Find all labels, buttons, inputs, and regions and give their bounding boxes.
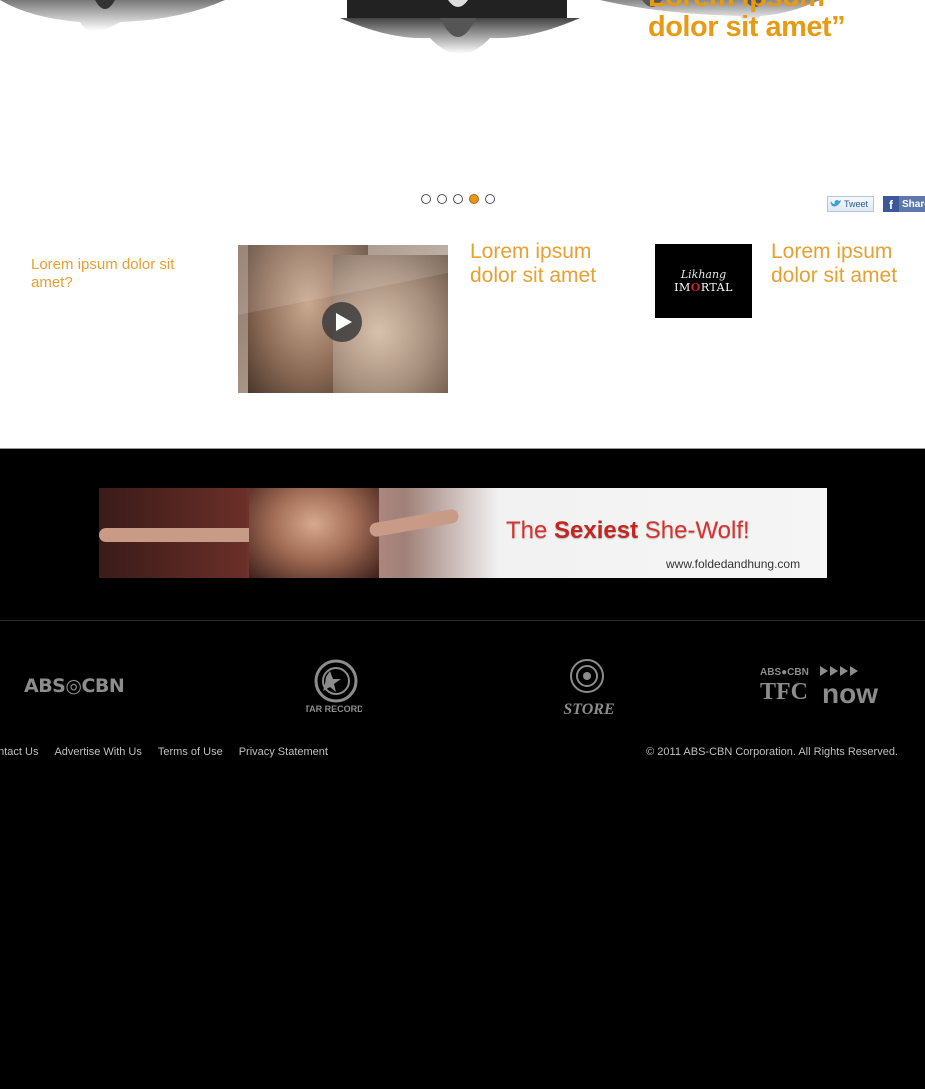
video-heading[interactable]: Lorem ipsum dolor sit amet xyxy=(470,240,630,288)
likhang-imortal-logo[interactable]: Likhang IMORTAL xyxy=(655,244,752,318)
video-heading-line1: Lorem ipsum xyxy=(470,240,592,263)
copyright-text: © 2011 ABS-CBN Corporation. All Rights R… xyxy=(646,746,898,758)
banner-arm-left xyxy=(99,528,259,542)
banner-model xyxy=(249,488,379,578)
tweet-button[interactable]: Tweet xyxy=(827,196,874,212)
video-heading-line2: dolor sit amet xyxy=(470,264,597,287)
banner-arm-right xyxy=(368,508,460,538)
abs-cbn-logo[interactable]: ABS◎CBN xyxy=(24,675,125,697)
svg-text:TFC: TFC xyxy=(760,679,808,705)
main-content: Lorem ipsum dolor sit amet” Tweet f Shar… xyxy=(0,0,925,449)
star-records-logo[interactable]: STAR RECORDS xyxy=(306,657,362,719)
show-logo-line2: IMORTAL xyxy=(674,281,733,294)
abs-cbn-store-logo[interactable]: STORE xyxy=(558,656,620,718)
banner-url: www.foldedandhung.com xyxy=(666,557,801,571)
show-logo-line1: Likhang xyxy=(680,268,727,281)
footer-links: ontact Us Advertise With Us Terms of Use… xyxy=(0,746,328,758)
footer-divider xyxy=(0,620,925,621)
svg-text:ABS●CBN: ABS●CBN xyxy=(760,667,809,678)
show-heading-line2: dolor sit amet xyxy=(771,264,898,287)
feature-small-heading[interactable]: Lorem ipsum dolor sit amet? xyxy=(31,256,201,292)
tweet-label: Tweet xyxy=(844,199,869,209)
svg-text:STAR RECORDS: STAR RECORDS xyxy=(306,704,362,714)
carousel-dot-1[interactable] xyxy=(421,194,431,204)
hero-quote: Lorem ipsum dolor sit amet” xyxy=(648,0,908,42)
svg-text:now: now xyxy=(822,678,878,707)
share-label: Share xyxy=(902,198,925,210)
footer-link-advertise[interactable]: Advertise With Us xyxy=(54,746,141,758)
carousel-dot-2[interactable] xyxy=(437,194,447,204)
video-thumbnail[interactable] xyxy=(238,245,448,393)
banner-tagline: The Sexiest She-Wolf! xyxy=(506,517,750,544)
carousel-dot-3[interactable] xyxy=(453,194,463,204)
play-icon[interactable] xyxy=(322,302,362,342)
footer-link-privacy[interactable]: Privacy Statement xyxy=(239,746,328,758)
footer-link-contact[interactable]: ontact Us xyxy=(0,746,38,758)
carousel-dot-4[interactable] xyxy=(469,194,479,204)
section-divider xyxy=(0,448,925,449)
facebook-share-button[interactable]: f Share xyxy=(883,196,925,212)
show-heading[interactable]: Lorem ipsum dolor sit amet xyxy=(771,240,921,288)
ornament-center xyxy=(340,0,580,54)
facebook-icon: f xyxy=(883,196,899,212)
twitter-bird-icon xyxy=(830,200,841,207)
carousel-pagination xyxy=(421,194,495,204)
hero-quote-line2: dolor sit amet” xyxy=(648,11,846,43)
ornament-left xyxy=(0,0,225,31)
tfc-now-logo[interactable]: ABS●CBN TFC now xyxy=(760,663,900,707)
footer-link-terms[interactable]: Terms of Use xyxy=(158,746,223,758)
carousel-dot-5[interactable] xyxy=(485,194,495,204)
svg-text:STORE: STORE xyxy=(563,701,614,718)
show-heading-line1: Lorem ipsum xyxy=(771,240,893,263)
promo-banner[interactable]: The Sexiest She-Wolf! www.foldedandhung.… xyxy=(99,488,827,578)
